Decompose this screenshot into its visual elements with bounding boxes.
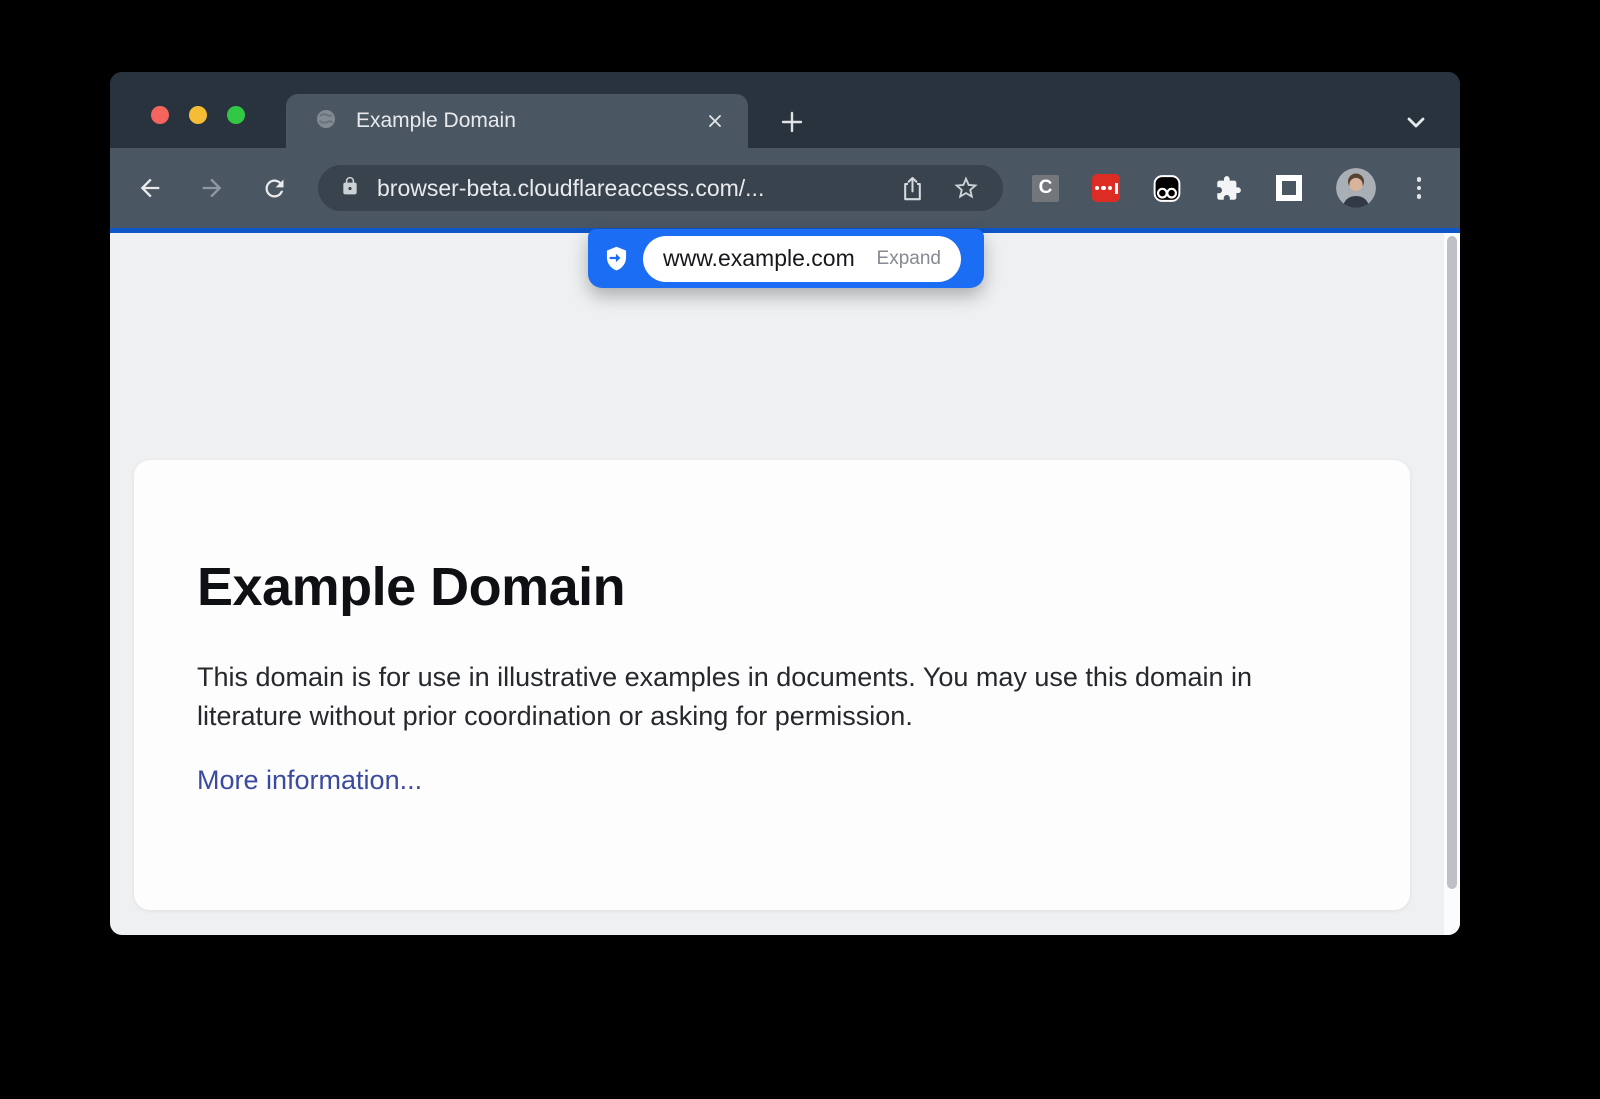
new-tab-icon[interactable] <box>778 108 806 136</box>
zoom-window-button[interactable] <box>227 106 245 124</box>
page-viewport: www.example.com Expand Example Domain Th… <box>110 233 1460 935</box>
address-bar[interactable]: browser-beta.cloudflareaccess.com/... <box>318 165 1003 211</box>
c-extension-icon[interactable]: C <box>1032 175 1059 202</box>
profile-avatar[interactable] <box>1336 168 1376 208</box>
access-expand-button[interactable]: Expand <box>877 248 941 270</box>
example-domain-card: Example Domain This domain is for use in… <box>134 460 1410 910</box>
access-domain-text: www.example.com <box>663 245 877 272</box>
reload-icon[interactable] <box>258 172 290 204</box>
traffic-lights <box>151 106 245 124</box>
puzzle-extensions-icon[interactable] <box>1214 174 1242 202</box>
tab-example-domain[interactable]: Example Domain <box>286 94 748 148</box>
access-domain-pill[interactable]: www.example.com Expand <box>588 229 984 288</box>
page-paragraph: This domain is for use in illustrative e… <box>197 658 1340 736</box>
share-icon[interactable] <box>897 173 927 203</box>
chevron-down-icon[interactable] <box>1402 110 1430 134</box>
tab-title: Example Domain <box>356 109 702 133</box>
close-window-button[interactable] <box>151 106 169 124</box>
lastpass-extension-icon[interactable] <box>1092 174 1120 202</box>
tab-strip: Example Domain <box>110 72 1460 148</box>
scrollbar-thumb[interactable] <box>1447 236 1457 889</box>
scrollbar-track[interactable] <box>1444 233 1460 935</box>
shield-arrow-icon <box>603 245 630 272</box>
minimize-window-button[interactable] <box>189 106 207 124</box>
close-tab-icon[interactable] <box>702 108 728 134</box>
more-information-link[interactable]: More information... <box>197 765 422 796</box>
kebab-menu-icon[interactable] <box>1409 177 1429 199</box>
browser-window: Example Domain <box>110 72 1460 935</box>
globe-favicon-icon <box>316 109 336 134</box>
lock-icon <box>340 176 360 201</box>
star-bookmark-icon[interactable] <box>951 173 981 203</box>
oo-extension-icon[interactable] <box>1153 174 1181 202</box>
forward-icon[interactable] <box>196 172 228 204</box>
extensions-row: C <box>1032 148 1429 228</box>
page-title: Example Domain <box>197 556 1340 618</box>
back-icon[interactable] <box>134 172 166 204</box>
screenshot-stage: Example Domain <box>0 0 1600 1099</box>
side-panel-icon[interactable] <box>1275 174 1303 202</box>
access-domain-field[interactable]: www.example.com Expand <box>643 236 961 282</box>
browser-toolbar: browser-beta.cloudflareaccess.com/... C <box>110 148 1460 228</box>
url-text: browser-beta.cloudflareaccess.com/... <box>377 175 873 202</box>
